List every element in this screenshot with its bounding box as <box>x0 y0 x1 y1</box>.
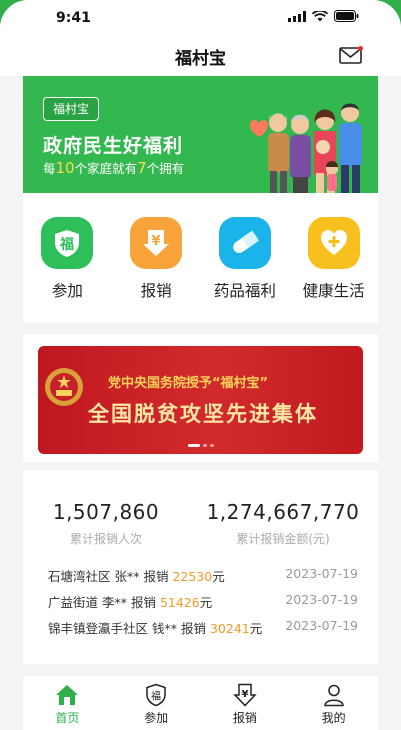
record-date: 2023-07-19 <box>285 566 358 581</box>
stat-amount: 1,274,667,770 累计报销金额(元) <box>203 500 363 547</box>
carousel-dot <box>188 444 200 447</box>
record-action: 报销 <box>130 595 156 610</box>
list-item: 石塘湾社区 张** 报销 22530元 2023-07-19 <box>48 566 358 592</box>
status-bar: 9:41 <box>0 0 401 36</box>
tab-profile[interactable]: 我的 <box>289 676 378 730</box>
battery-icon <box>334 10 359 22</box>
home-icon <box>56 685 79 705</box>
status-time: 9:41 <box>56 10 91 26</box>
record-person: 锦丰镇登瀛手社区 钱** <box>48 621 177 636</box>
stat-amount-label: 累计报销金额(元) <box>236 532 330 546</box>
service-medicine[interactable]: 药品福利 <box>204 217 286 323</box>
tab-bar: 首页 福 参加 ¥ 报销 我的 <box>23 675 378 730</box>
yen-download-icon: ¥ <box>130 217 183 269</box>
record-unit: 元 <box>199 595 213 610</box>
record-action: 报销 <box>180 621 206 636</box>
tab-reimburse[interactable]: ¥ 报销 <box>201 676 290 730</box>
list-item: 锦丰镇登瀛手社区 钱** 报销 30241元 2023-07-19 <box>48 618 358 644</box>
record-amount: 22530 <box>172 569 213 584</box>
svg-text:福: 福 <box>59 236 74 253</box>
banner-sub-number: 7 <box>137 159 147 177</box>
service-health[interactable]: 健康生活 <box>293 217 375 323</box>
tab-label: 我的 <box>321 711 346 725</box>
svg-text:¥: ¥ <box>152 234 161 249</box>
stat-count-label: 累计报销人次 <box>69 532 142 546</box>
tab-label: 首页 <box>55 711 80 725</box>
service-grid: 福 参加 ¥ 报销 药品福利 健康生活 <box>23 193 378 323</box>
record-unit: 元 <box>212 569 225 584</box>
svg-text:¥: ¥ <box>241 689 248 700</box>
tab-home[interactable]: 首页 <box>23 676 112 730</box>
banner-sub-number: 10 <box>55 159 75 177</box>
nav-bar: 福村宝 <box>0 36 401 76</box>
banner-title: 政府民生好福利 <box>43 135 184 157</box>
banner-subtitle: 每10个家庭就有7个拥有 <box>43 158 184 177</box>
record-date: 2023-07-19 <box>285 592 358 607</box>
promo-carousel[interactable]: 党中央国务院授予“福村宝” 全国脱贫攻坚先进集体 <box>38 346 363 454</box>
service-join[interactable]: 福 参加 <box>26 217 108 323</box>
banner-tag: 福村宝 <box>43 97 100 121</box>
list-item: 广益街道 李** 报销 51426元 2023-07-19 <box>48 592 358 618</box>
tab-label: 报销 <box>232 711 257 725</box>
promo-section: 党中央国务院授予“福村宝” 全国脱贫攻坚先进集体 <box>23 334 378 462</box>
wifi-icon <box>312 10 328 21</box>
stat-count-value: 1,507,860 <box>52 500 160 524</box>
carousel-indicator <box>188 444 214 447</box>
yen-download-icon: ¥ <box>233 683 257 707</box>
tab-label: 参加 <box>144 711 169 725</box>
fu-shield-icon: 福 <box>41 217 94 269</box>
user-icon <box>323 684 344 707</box>
main-content: 福村宝 政府民生好福利 每10个家庭就有7个拥有 福 参加 ¥ 报销 药品福利 … <box>23 76 378 664</box>
service-label: 药品福利 <box>213 282 276 300</box>
fu-shield-icon: 福 <box>146 683 166 707</box>
stats-section: 1,507,860 累计报销人次 1,274,667,770 累计报销金额(元)… <box>23 470 378 664</box>
service-reimburse[interactable]: ¥ 报销 <box>115 217 197 323</box>
svg-text:福: 福 <box>151 690 161 703</box>
pill-icon <box>218 217 271 269</box>
stat-count: 1,507,860 累计报销人次 <box>51 500 161 547</box>
reimbursement-list: 石塘湾社区 张** 报销 22530元 2023-07-19 广益街道 李** … <box>48 566 358 644</box>
record-action: 报销 <box>143 569 169 584</box>
service-label: 参加 <box>51 282 83 300</box>
tab-join[interactable]: 福 参加 <box>112 676 201 730</box>
record-date: 2023-07-19 <box>285 618 358 633</box>
phone-screen: 9:41 福村宝 福村宝 政府民生好福利 每10个家庭就有7个拥有 福 参加 ¥… <box>0 0 401 730</box>
promo-title: 全国脱贫攻坚先进集体 <box>88 401 318 426</box>
heart-plus-icon <box>307 217 360 269</box>
family-illustration <box>250 103 362 193</box>
banner-sub-text: 每 <box>43 161 56 176</box>
record-person: 石塘湾社区 张** <box>48 569 140 584</box>
service-label: 健康生活 <box>302 282 365 300</box>
record-amount: 51426 <box>159 595 200 610</box>
mail-icon[interactable] <box>339 46 363 64</box>
signal-icon <box>288 10 306 22</box>
carousel-dot <box>210 444 214 447</box>
welfare-banner[interactable]: 福村宝 政府民生好福利 每10个家庭就有7个拥有 <box>23 76 378 193</box>
banner-sub-text: 个家庭就有 <box>74 161 138 176</box>
record-person: 广益街道 李** <box>48 595 127 610</box>
service-label: 报销 <box>140 282 172 300</box>
record-amount: 30241 <box>209 621 250 636</box>
status-icons <box>288 10 359 22</box>
carousel-dot <box>203 444 207 447</box>
stat-amount-value: 1,274,667,770 <box>206 500 360 524</box>
national-emblem-icon <box>45 368 83 406</box>
promo-subtitle: 党中央国务院授予“福村宝” <box>108 376 269 391</box>
banner-sub-text: 个拥有 <box>146 161 185 176</box>
record-unit: 元 <box>249 621 263 636</box>
